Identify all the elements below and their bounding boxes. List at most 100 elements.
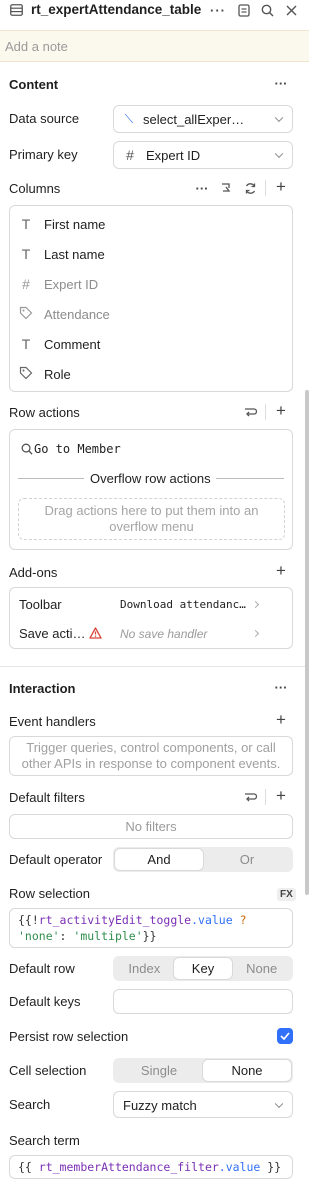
content-more-icon[interactable]: ··· <box>273 76 289 91</box>
code-identifier: rt_memberAttendance_filter <box>38 1160 219 1174</box>
code-brace: {{! <box>18 913 39 927</box>
column-item[interactable]: Role <box>18 359 71 389</box>
column-name: First name <box>44 216 106 232</box>
add-addon-icon[interactable]: + <box>274 561 288 580</box>
code-operator: : <box>59 929 74 943</box>
default-operator-label: Default operator <box>9 852 103 867</box>
toolbar-label: Toolbar <box>19 597 62 612</box>
overflow-drop-zone[interactable]: Drag actions here to put them into an ov… <box>18 498 285 540</box>
add-column-icon[interactable]: + <box>274 177 288 196</box>
column-name: Last name <box>44 246 105 262</box>
interaction-more-icon[interactable]: ··· <box>273 680 289 695</box>
columns-more-icon[interactable]: ··· <box>195 181 209 196</box>
chevron-down-icon <box>274 113 284 123</box>
column-name: Expert ID <box>44 276 99 292</box>
code-property: .value <box>218 1160 261 1174</box>
section-divider <box>0 666 309 667</box>
operator-or-option[interactable]: Or <box>203 849 291 870</box>
reorder-icon[interactable] <box>243 790 257 804</box>
column-item[interactable]: Attendance <box>18 299 110 329</box>
code-line: 'none': 'multiple'}} <box>18 928 284 944</box>
addons-panel: Toolbar Download attendanc… Save acti… N… <box>9 587 293 649</box>
row-action-go-to-member[interactable]: Go to Member <box>34 442 121 456</box>
code-string: 'multiple' <box>73 929 143 943</box>
save-actions-addon-row[interactable]: Save acti… No save handler <box>10 619 292 647</box>
table-icon <box>9 3 23 17</box>
addons-label: Add-ons <box>9 565 58 580</box>
data-source-select[interactable]: ⟍ select_allExper… <box>113 105 293 133</box>
event-handlers-label: Event handlers <box>9 714 96 729</box>
overflow-divider-right <box>216 478 284 479</box>
fx-toggle[interactable]: FX <box>277 888 296 901</box>
column-name: Comment <box>44 336 101 352</box>
close-icon[interactable] <box>284 3 298 17</box>
search-icon <box>20 442 34 456</box>
cell-selection-none-option[interactable]: None <box>203 1060 291 1081</box>
tag-type-icon <box>18 366 34 383</box>
primary-key-label: Primary key <box>9 147 78 162</box>
search-mode-value: Fuzzy match <box>123 1098 197 1113</box>
default-row-label: Default row <box>9 961 75 976</box>
primary-key-value: Expert ID <box>146 148 201 163</box>
chevron-right-icon <box>251 629 260 638</box>
column-item[interactable]: T First name <box>18 209 106 239</box>
save-actions-value: No save handler <box>120 627 208 641</box>
component-title[interactable]: rt_expertAttendance_table <box>31 2 201 17</box>
tag-type-icon <box>18 306 34 323</box>
default-keys-input[interactable] <box>113 989 293 1014</box>
default-filters-box[interactable]: No filters <box>9 814 293 839</box>
text-type-icon: T <box>21 336 31 352</box>
cell-selection-label: Cell selection <box>9 1063 87 1078</box>
columns-config-icon[interactable] <box>219 181 233 195</box>
reorder-icon[interactable] <box>243 405 257 419</box>
code-identifier: rt_activityEdit_toggle <box>38 913 192 927</box>
search-icon[interactable] <box>260 3 274 17</box>
default-row-index-option[interactable]: Index <box>115 958 174 979</box>
note-area[interactable]: Add a note <box>0 30 309 62</box>
add-event-handler-icon[interactable]: + <box>274 710 288 729</box>
add-filter-icon[interactable]: + <box>274 786 288 805</box>
primary-key-select[interactable]: # Expert ID <box>113 141 293 169</box>
note-placeholder: Add a note <box>5 39 68 54</box>
column-item[interactable]: T Last name <box>18 239 105 269</box>
code-line: {{!rt_activityEdit_toggle.value ? <box>18 912 284 928</box>
search-term-code-editor[interactable]: {{ rt_memberAttendance_filter.value }} <box>9 1155 293 1179</box>
toolbar-addon-row[interactable]: Toolbar Download attendanc… <box>10 590 292 618</box>
default-operator-toggle: And Or <box>113 847 293 872</box>
add-row-action-icon[interactable]: + <box>274 401 288 420</box>
toolbar-value: Download attendanc… <box>120 598 246 611</box>
checkmark-icon <box>280 1032 290 1040</box>
default-row-key-option[interactable]: Key <box>173 958 233 979</box>
cell-selection-single-option[interactable]: Single <box>115 1060 203 1081</box>
persist-row-selection-checkbox[interactable] <box>277 1028 293 1044</box>
save-actions-label: Save acti… <box>19 626 86 641</box>
content-section-title: Content <box>9 77 59 92</box>
column-item[interactable]: T Comment <box>18 329 101 359</box>
refresh-icon[interactable] <box>243 181 257 195</box>
more-options-icon[interactable]: ··· <box>208 2 228 18</box>
data-source-label: Data source <box>9 111 80 126</box>
columns-list: T First name T Last name # Expert ID Att… <box>9 205 293 392</box>
row-selection-label: Row selection <box>9 886 90 901</box>
search-label: Search <box>9 1097 51 1112</box>
no-filters-text: No filters <box>125 819 177 834</box>
operator-and-option[interactable]: And <box>115 849 203 870</box>
event-handlers-empty[interactable]: Trigger queries, control components, or … <box>9 736 293 776</box>
default-filters-label: Default filters <box>9 790 85 805</box>
scrollbar[interactable] <box>305 390 309 895</box>
text-type-icon: T <box>21 216 31 232</box>
row-selection-code-editor[interactable]: {{!rt_activityEdit_toggle.value ? 'none'… <box>9 908 293 948</box>
search-mode-select[interactable]: Fuzzy match <box>113 1091 293 1118</box>
interaction-section-title: Interaction <box>9 681 76 696</box>
column-item[interactable]: # Expert ID <box>18 269 98 299</box>
row-actions-label: Row actions <box>9 405 80 420</box>
default-row-none-option[interactable]: None <box>232 958 291 979</box>
docs-icon[interactable] <box>237 3 251 17</box>
hash-icon: # <box>126 147 134 163</box>
header-bar: rt_expertAttendance_table ··· <box>0 0 309 22</box>
default-keys-label: Default keys <box>9 994 81 1009</box>
cell-selection-toggle: Single None <box>113 1058 293 1083</box>
code-brace: }} <box>142 929 157 943</box>
code-brace: {{ <box>18 1160 39 1174</box>
vertical-divider <box>265 789 266 805</box>
